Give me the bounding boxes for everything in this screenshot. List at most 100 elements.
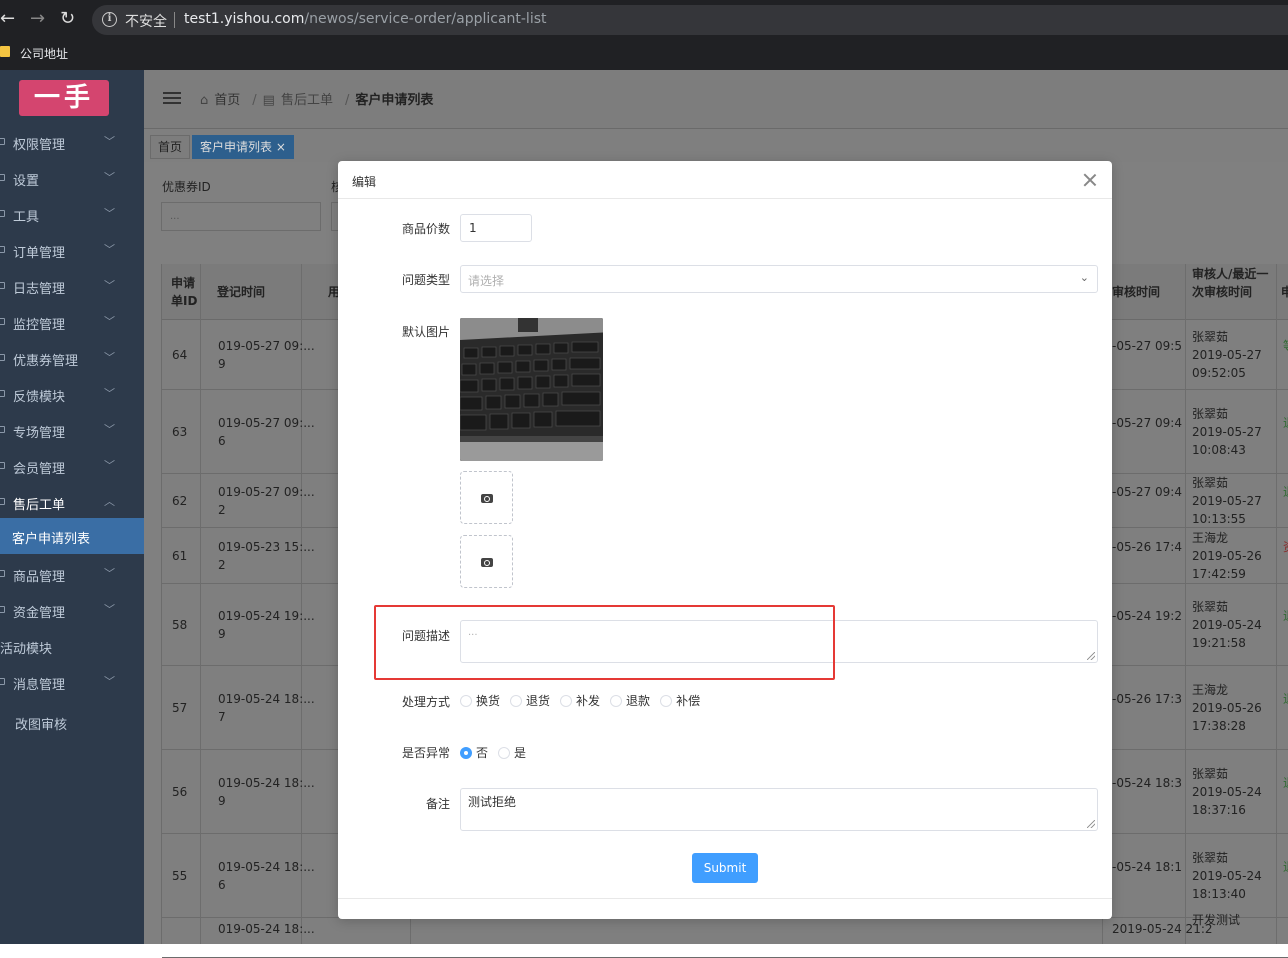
sidebar-item-funds[interactable]: 资金管理 ﹀: [0, 592, 144, 628]
cell-auditor: 张翠茹: [1192, 407, 1229, 421]
submit-button[interactable]: Submit: [692, 853, 758, 883]
menu-icon: [0, 354, 5, 361]
radio-refund[interactable]: 退款: [610, 692, 650, 709]
radio-label: 否: [476, 746, 489, 760]
menu-icon: [0, 426, 5, 433]
radio-exchange[interactable]: 换货: [460, 692, 500, 709]
radio-no[interactable]: 否: [460, 744, 488, 761]
cell-auditor: 开发测试: [1192, 913, 1241, 927]
chevron-down-icon: ﹀: [104, 279, 115, 292]
logo: 一手: [19, 80, 109, 116]
cell-time-line2: 2: [218, 558, 226, 572]
folder-icon: [0, 46, 10, 57]
sidebar-item-activity[interactable]: 活动模块: [0, 628, 144, 664]
sidebar-item-applicant-list[interactable]: 客户申请列表: [0, 518, 144, 554]
price-label: 商品价数: [401, 222, 450, 236]
cell-time-line2: 6: [218, 878, 226, 892]
cell-id: 57: [172, 701, 188, 715]
sidebar-item-after-sales[interactable]: 售后工单 ︿: [0, 484, 144, 520]
sidebar-item-permission[interactable]: 权限管理 ﹀: [0, 124, 144, 160]
sidebar-item-special[interactable]: 专场管理 ﹀: [0, 412, 144, 448]
cell-time: 019-05-24 18:...: [218, 922, 315, 936]
coupon-id-input[interactable]: ...: [161, 202, 321, 231]
sidebar-item-tools[interactable]: 工具 ﹀: [0, 196, 144, 232]
sidebar-item-feedback[interactable]: 反馈模块 ﹀: [0, 376, 144, 412]
cell-auditor: 张翠茹: [1192, 330, 1229, 344]
handle-method-label: 处理方式: [401, 695, 450, 709]
close-icon[interactable]: [1083, 173, 1097, 187]
menu-icon: [0, 138, 5, 145]
cell-time: 019-05-27 09:...: [218, 339, 315, 353]
image-upload[interactable]: [460, 471, 513, 524]
camera-icon: [481, 558, 493, 567]
tag-label: 客户申请列表: [200, 140, 273, 154]
sidebar-item-label: 客户申请列表: [12, 532, 91, 547]
close-icon[interactable]: ×: [276, 140, 286, 154]
cell-id: 56: [172, 785, 188, 799]
sidebar-item-orders[interactable]: 订单管理 ﹀: [0, 232, 144, 268]
tag-applicant-list[interactable]: 客户申请列表 ×: [192, 135, 294, 159]
menu-icon: [0, 210, 5, 217]
hamburger-icon[interactable]: [163, 92, 181, 104]
price-input[interactable]: 1: [460, 214, 532, 242]
cell-audit-clock: 19:21:58: [1192, 636, 1246, 650]
cell-audit-date: 2019-05-26: [1192, 701, 1262, 715]
chevron-down-icon: ﹀: [104, 171, 115, 184]
cell-audit-time: -05-26 17:3: [1112, 692, 1182, 706]
highlight-box: [374, 605, 835, 680]
sidebar-item-label: 商品管理: [13, 570, 66, 585]
sidebar-item-monitor[interactable]: 监控管理 ﹀: [0, 304, 144, 340]
cell-auditor: 王海龙: [1192, 531, 1229, 545]
sidebar-item-settings[interactable]: 设置 ﹀: [0, 160, 144, 196]
cell-audit-clock: 17:42:59: [1192, 567, 1246, 581]
menu-icon: [0, 606, 5, 613]
sidebar-item-coupons[interactable]: 优惠券管理 ﹀: [0, 340, 144, 376]
cell-audit-date: 2019-05-27: [1192, 348, 1262, 362]
resize-handle[interactable]: [1087, 820, 1095, 828]
radio-label: 退货: [526, 694, 551, 708]
menu-icon: [0, 570, 5, 577]
cell-status: 退: [1283, 483, 1288, 501]
cell-time: 019-05-24 19:...: [218, 609, 315, 623]
radio-return[interactable]: 退货: [510, 692, 550, 709]
breadcrumb-current: 客户申请列表: [355, 93, 434, 108]
radio-label: 补发: [576, 694, 601, 708]
sidebar-item-label: 资金管理: [13, 606, 66, 621]
remark-textarea[interactable]: 测试拒绝: [460, 788, 1098, 831]
radio-compensate[interactable]: 补偿: [660, 692, 700, 709]
cell-time-line2: 9: [218, 794, 226, 808]
tag-home[interactable]: 首页: [150, 135, 191, 159]
cell-time-line2: 6: [218, 434, 226, 448]
sidebar-item-label: 日志管理: [13, 282, 66, 297]
radio-yes[interactable]: 是: [498, 744, 526, 761]
breadcrumb-section[interactable]: 售后工单: [281, 93, 333, 108]
image-upload[interactable]: [460, 535, 513, 588]
back-icon[interactable]: ←: [0, 9, 15, 29]
sidebar-item-logs[interactable]: 日志管理 ﹀: [0, 268, 144, 304]
chevron-up-icon: ︿: [104, 495, 115, 508]
sidebar-item-products[interactable]: 商品管理 ﹀: [0, 556, 144, 592]
cell-audit-clock: 18:37:16: [1192, 803, 1246, 817]
cell-id: 58: [172, 618, 188, 632]
breadcrumb-home[interactable]: 首页: [214, 93, 240, 108]
chevron-down-icon: ﹀: [104, 315, 115, 328]
cell-time: 019-05-23 15:...: [218, 540, 315, 554]
forward-icon[interactable]: →: [30, 9, 45, 29]
sidebar-item-image-review[interactable]: 改图审核: [0, 700, 144, 736]
sidebar-item-members[interactable]: 会员管理 ﹀: [0, 448, 144, 484]
handle-method-group: 换货 退货 补发 退款 补偿: [460, 692, 710, 709]
keyboard-photo[interactable]: [460, 318, 603, 461]
chevron-down-icon: ﹀: [104, 135, 115, 148]
issue-type-select[interactable]: 请选择 ⌄: [460, 265, 1098, 293]
address-bar[interactable]: i 不安全 test1.yishou.com/newos/service-ord…: [92, 5, 1288, 35]
radio-reship[interactable]: 补发: [560, 692, 600, 709]
sidebar-item-label: 工具: [13, 210, 40, 225]
home-icon: ⌂: [200, 93, 209, 108]
top-bar: ⌂ 首页 / ▤ 售后工单 / 客户申请列表: [144, 70, 1288, 128]
reload-icon[interactable]: ↻: [60, 9, 75, 29]
sidebar-item-messages[interactable]: 消息管理 ﹀: [0, 664, 144, 700]
cell-audit-time: -05-24 18:3: [1112, 776, 1182, 790]
menu-icon: [0, 678, 5, 685]
resize-handle[interactable]: [1087, 652, 1095, 660]
info-icon[interactable]: i: [102, 12, 117, 27]
